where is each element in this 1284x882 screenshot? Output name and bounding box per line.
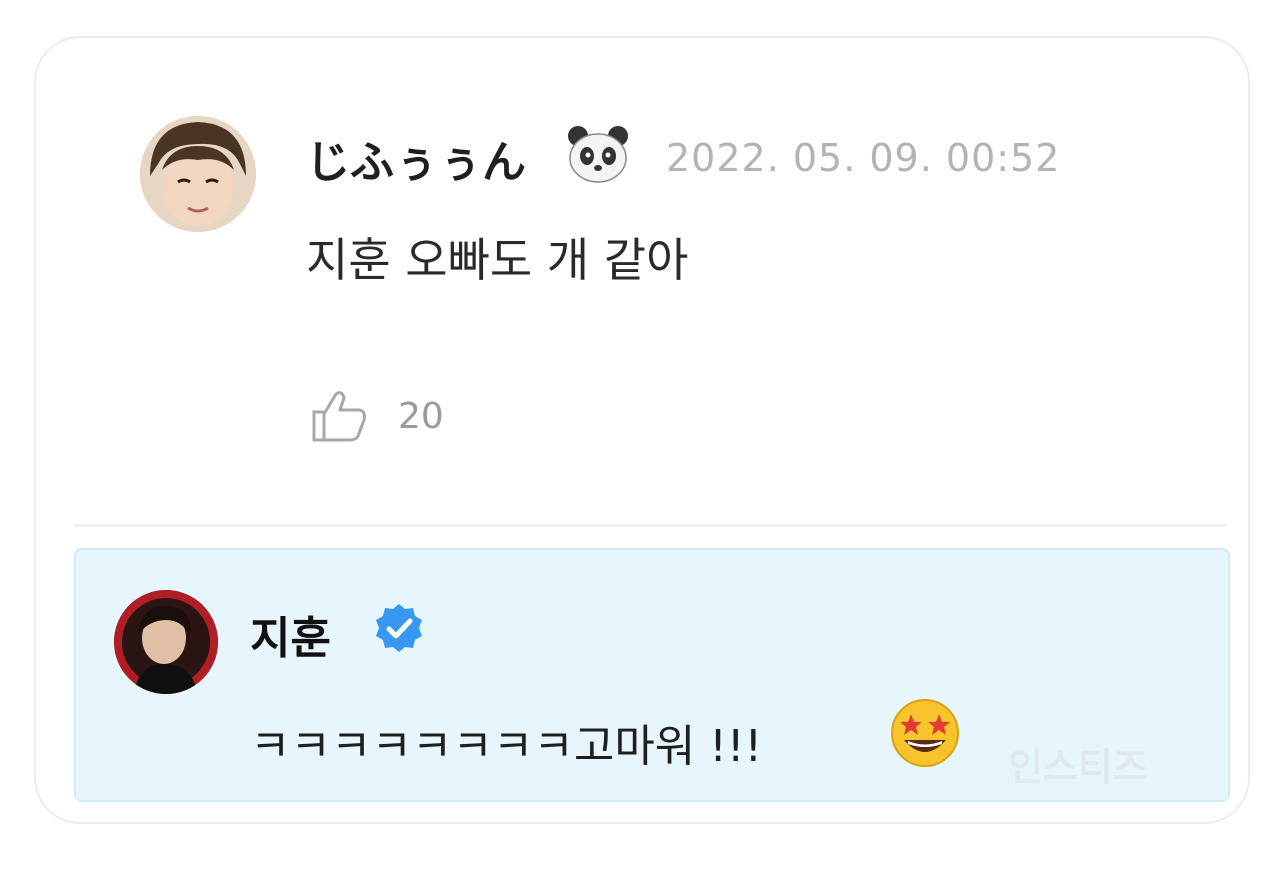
reply-username[interactable]: 지훈 xyxy=(250,602,331,666)
commenter-username[interactable]: じふぅぅん xyxy=(306,126,526,190)
comment-card: じふぅぅん 2022. 05. 09. 00:52 지훈 오빠도 개 같아 20 xyxy=(34,36,1250,824)
panda-face-icon xyxy=(566,124,630,184)
reply-avatar[interactable] xyxy=(114,590,218,694)
comment-timestamp: 2022. 05. 09. 00:52 xyxy=(666,136,1061,180)
verified-badge-icon xyxy=(372,602,426,656)
commenter-avatar[interactable] xyxy=(140,116,256,232)
divider xyxy=(74,524,1226,527)
comment-text: 지훈 오빠도 개 같아 xyxy=(306,233,689,287)
thumbs-up-outline-icon[interactable] xyxy=(310,388,370,444)
star-struck-face-icon xyxy=(888,696,962,770)
watermark: 인스티즈 xyxy=(1008,745,1148,789)
like-count: 20 xyxy=(398,396,444,437)
reply-text: ㅋㅋㅋㅋㅋㅋㅋㅋ고마워 !!! xyxy=(250,721,763,772)
reply-box: 지훈 ㅋㅋㅋㅋㅋㅋㅋㅋ고마워 !!! 인스티즈 xyxy=(74,548,1230,802)
